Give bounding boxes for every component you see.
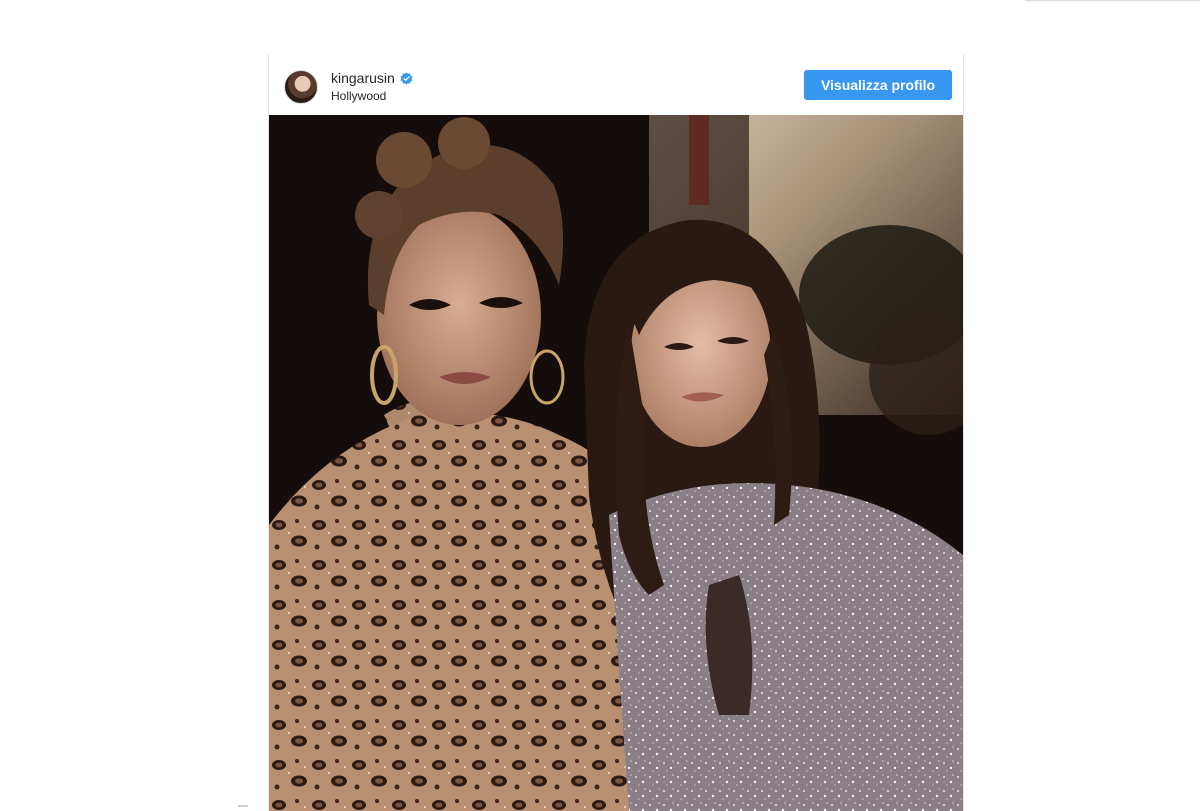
- page: kingarusin Hollywood Visualizza profilo: [0, 0, 1200, 811]
- username[interactable]: kingarusin: [331, 70, 395, 86]
- divider: [1025, 0, 1200, 1]
- avatar[interactable]: [284, 70, 318, 104]
- location-label[interactable]: Hollywood: [331, 89, 413, 103]
- user-info: kingarusin Hollywood: [331, 70, 413, 103]
- username-row: kingarusin: [331, 70, 413, 86]
- view-profile-button[interactable]: Visualizza profilo: [804, 70, 952, 100]
- post-header: kingarusin Hollywood Visualizza profilo: [269, 54, 963, 116]
- photo-illustration: [269, 115, 963, 811]
- post-photo[interactable]: [269, 115, 963, 811]
- verified-badge-icon: [400, 71, 413, 85]
- instagram-embed: kingarusin Hollywood Visualizza profilo: [268, 54, 964, 811]
- divider-mark: [238, 805, 248, 807]
